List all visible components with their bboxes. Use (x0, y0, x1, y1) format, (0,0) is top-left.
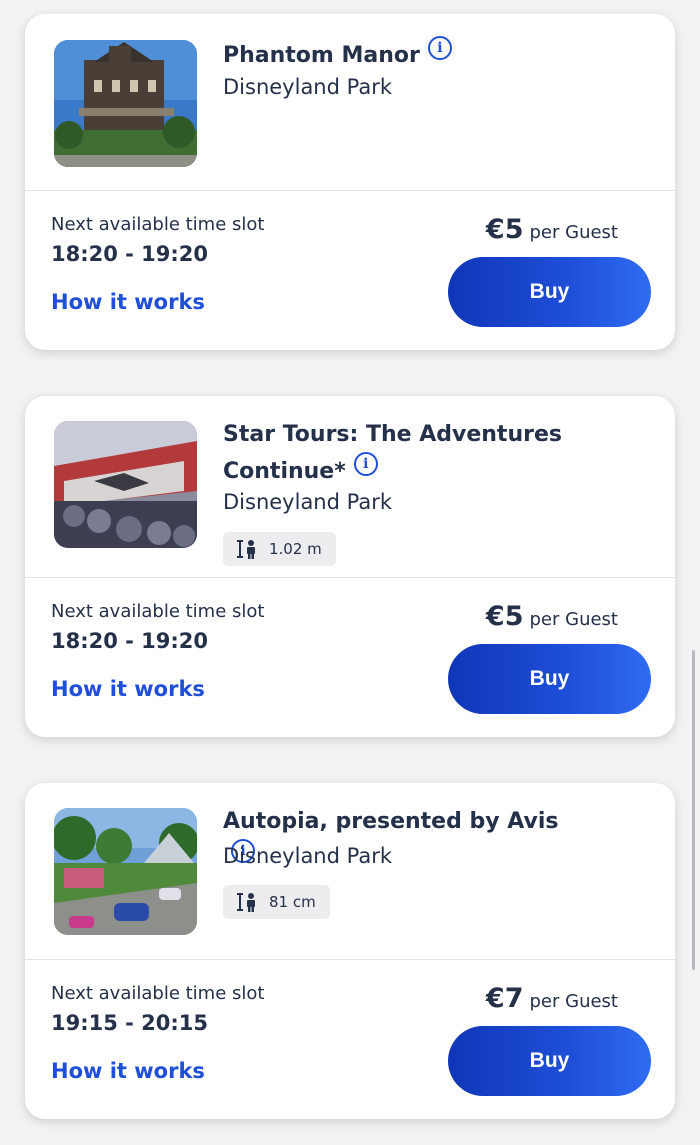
scrollbar[interactable] (692, 650, 695, 970)
price-amount: €5 (485, 214, 524, 245)
price: €5 per Guest (486, 214, 618, 245)
buy-button[interactable]: Buy (448, 1026, 651, 1096)
park-name: Disneyland Park (223, 490, 393, 514)
buy-button[interactable]: Buy (448, 257, 651, 327)
how-it-works-link[interactable]: How it works (51, 677, 205, 701)
price-unit: per Guest (529, 222, 619, 243)
info-icon[interactable]: i (427, 36, 452, 60)
attraction-image-star-tours (54, 421, 197, 548)
attraction-title: Phantom Manor i (223, 36, 573, 73)
slot-label: Next available time slot (51, 601, 265, 622)
how-it-works-link[interactable]: How it works (51, 1059, 205, 1083)
price-amount: €7 (485, 983, 524, 1014)
how-it-works-link[interactable]: How it works (51, 290, 205, 314)
card-divider (25, 577, 675, 578)
attraction-title-line1: Star Tours: The Adventures (223, 422, 562, 447)
price: €7 per Guest (486, 983, 618, 1014)
price-amount: €5 (485, 601, 524, 632)
attraction-title-text: Autopia, presented by Avis (223, 809, 559, 834)
slot-time: 18:20 - 19:20 (51, 242, 209, 266)
attraction-image-phantom-manor (54, 40, 197, 167)
attraction-title-line2: Continue* (223, 459, 346, 484)
height-requirement-icon (237, 540, 255, 559)
buy-button[interactable]: Buy (448, 644, 651, 714)
info-icon[interactable]: i (353, 452, 378, 476)
attraction-title-text: Phantom Manor (223, 43, 420, 68)
slot-label: Next available time slot (51, 983, 265, 1004)
slot-label: Next available time slot (51, 214, 265, 235)
height-requirement-icon (237, 893, 255, 912)
height-requirement-value: 81 cm (269, 893, 316, 911)
height-requirement-badge: 1.02 m (223, 532, 336, 566)
card-divider (25, 959, 675, 960)
price: €5 per Guest (486, 601, 618, 632)
card-divider (25, 190, 675, 191)
height-requirement-value: 1.02 m (269, 540, 322, 558)
price-unit: per Guest (529, 609, 619, 630)
attraction-card-phantom-manor: Phantom Manor i Disneyland Park Next avai… (25, 14, 675, 350)
slot-time: 19:15 - 20:15 (51, 1011, 209, 1035)
price-unit: per Guest (529, 991, 619, 1012)
attraction-card-star-tours: Star Tours: The Adventures Continue* i Di… (25, 396, 675, 737)
height-requirement-badge: 81 cm (223, 885, 330, 919)
park-name: Disneyland Park (223, 75, 393, 99)
slot-time: 18:20 - 19:20 (51, 629, 209, 653)
attraction-image-autopia (54, 808, 197, 935)
park-name: Disneyland Park (223, 844, 393, 868)
attraction-title: Star Tours: The Adventures Continue* i (223, 418, 573, 489)
attraction-card-autopia: Autopia, presented by Avisi Disneyland P… (25, 783, 675, 1119)
